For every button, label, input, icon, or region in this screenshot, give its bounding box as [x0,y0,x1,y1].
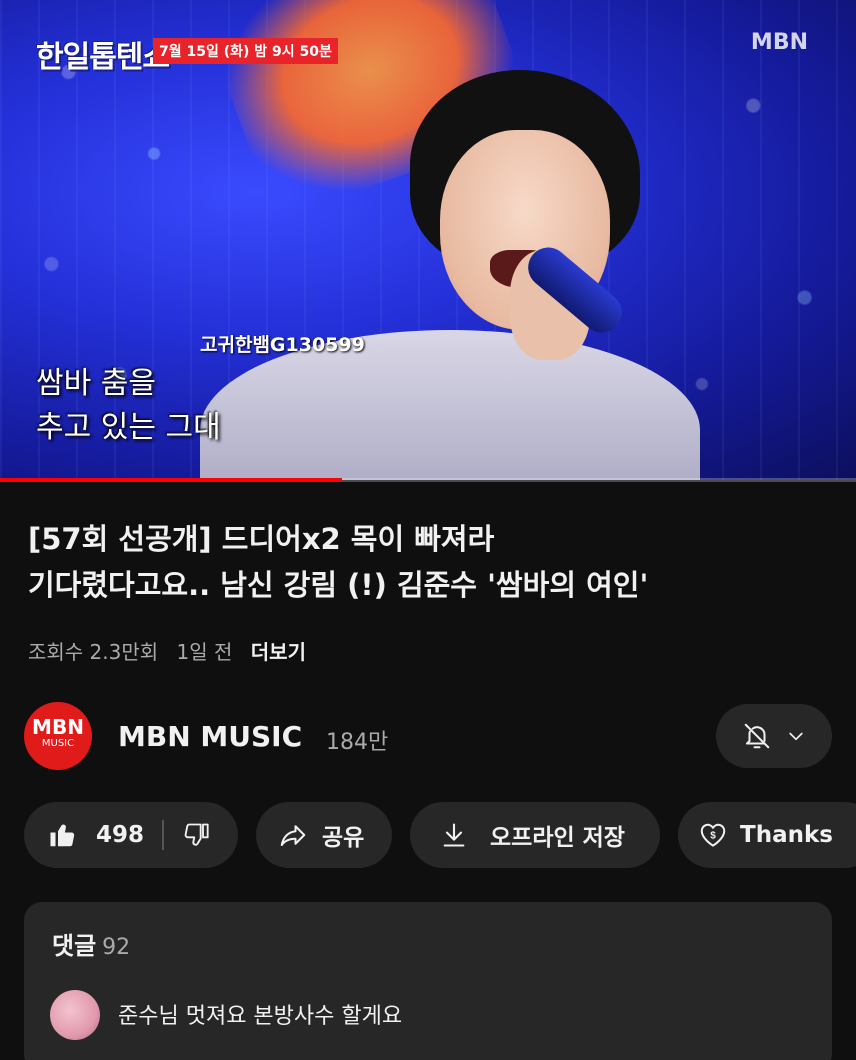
thumbs-up-icon [48,820,78,850]
subtitle-id: 고귀한뱀G130599 [200,334,365,356]
subscriber-count: 184만 [326,730,389,755]
avatar-logo-sub: MUSIC [41,738,75,749]
video-title-line-1: [57회 선공개] 드디어x2 목이 빠져라 [28,522,495,556]
air-time-badge: 7월 15일 (화) 밤 9시 50분 [153,38,338,64]
video-player[interactable]: 한일톱텐쇼 7월 15일 (화) 밤 9시 50분 MBN 고귀한뱀G13059… [0,0,856,480]
share-button[interactable]: 공유 [256,802,392,868]
video-title[interactable]: [57회 선공개] 드디어x2 목이 빠져라 기다렸다고요.. 남신 강림 (!… [28,516,828,608]
share-arrow-icon [278,820,308,850]
chevron-down-icon [786,726,806,746]
subtitle-line-1: 쌈바 춤을 [36,366,156,401]
channel-avatar[interactable]: MBN MUSIC [24,702,92,770]
comments-count: 92 [102,935,131,960]
like-button[interactable]: 498 [48,820,144,850]
thanks-button[interactable]: $ Thanks [678,802,856,868]
progress-fill [0,478,343,482]
thumbs-down-icon [182,821,210,849]
subtitle: 쌈바 춤을 추고 있는 그대 [36,362,221,450]
thanks-label: Thanks [740,822,833,848]
svg-text:$: $ [710,831,716,842]
avatar-logo-text: MBN [32,715,84,739]
network-logo: MBN [750,30,808,55]
like-count: 498 [96,822,145,848]
view-count: 조회수 2.3만회 [28,640,159,664]
video-title-line-2: 기다렸다고요.. 남신 강림 (!) 김준수 '쌈바의 여인' [28,568,649,602]
subtitle-line-2: 추고 있는 그대 [36,410,221,445]
heart-dollar-icon: $ [698,820,728,850]
top-comment-text: 준수님 멋져요 본방사수 할게요 [118,1004,403,1029]
comments-header: 댓글 92 [52,926,130,961]
download-label: 오프라인 저장 [490,825,625,851]
comments-label: 댓글 [52,932,97,960]
commenter-avatar [50,990,100,1040]
progress-bar[interactable] [0,478,856,482]
bell-off-icon [742,721,772,751]
video-meta[interactable]: 조회수 2.3만회 1일 전 더보기 [28,636,318,665]
download-button[interactable]: 오프라인 저장 [410,802,660,868]
more-link[interactable]: 더보기 [251,640,306,664]
upload-age: 1일 전 [176,640,233,664]
channel-name[interactable]: MBN MUSIC [118,720,302,753]
share-label: 공유 [322,825,365,851]
action-bar: 498 공유 오프라인 저장 $ Thanks [24,802,856,868]
channel-row[interactable]: MBN MUSIC MBN MUSIC 184만 [24,702,832,770]
comments-panel[interactable]: 댓글 92 준수님 멋져요 본방사수 할게요 [24,902,832,1060]
like-dislike-pill: 498 [24,802,238,868]
download-icon [440,821,468,849]
show-logo: 한일톱텐쇼 [36,40,170,75]
like-divider [162,820,165,850]
dislike-button[interactable] [182,821,210,849]
notification-bell-button[interactable] [716,704,832,768]
